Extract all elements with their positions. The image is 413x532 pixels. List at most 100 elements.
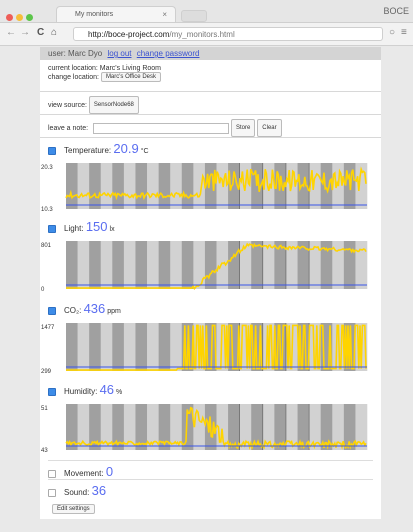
time-band [66, 163, 78, 209]
tab-title: My monitors [75, 11, 114, 18]
time-band [193, 241, 206, 289]
forward-icon[interactable]: → [20, 27, 30, 38]
location-section: current location: Marc's Living Room cha… [40, 60, 381, 92]
movement-value: 0 [105, 464, 114, 479]
temperature-label: Temperature: [64, 146, 112, 155]
movement-label: Movement: [64, 469, 104, 478]
note-clear-button[interactable]: Clear [257, 119, 282, 137]
view-source-button[interactable]: SensorNode68 [88, 96, 139, 114]
time-band [147, 323, 159, 371]
change-location-button[interactable]: Marc's Office Desk [100, 72, 161, 82]
view-source-label: view source: [48, 101, 87, 109]
address-toolbar: ← → C ⌂ http://boce-project.com/my_monit… [0, 23, 413, 46]
time-band [181, 241, 194, 289]
note-input[interactable] [93, 122, 230, 134]
minimize-dot-icon[interactable] [16, 14, 23, 21]
time-band [309, 163, 321, 209]
home-icon[interactable]: ⌂ [51, 27, 57, 38]
humidity-checkbox[interactable] [48, 387, 56, 396]
time-band [320, 163, 333, 209]
co2-chart-svg: 1477 299 [41, 323, 368, 374]
reload-icon[interactable]: C [37, 27, 44, 38]
maximize-dot-icon[interactable] [26, 14, 33, 21]
time-band [112, 323, 125, 371]
temperature-checkbox[interactable] [48, 146, 56, 155]
light-value: 150 [85, 219, 108, 234]
time-band [66, 241, 78, 289]
time-band [147, 163, 159, 209]
logout-link[interactable]: log out [107, 49, 131, 58]
profile-label: BOCE [383, 6, 409, 16]
back-icon[interactable]: ← [6, 27, 16, 38]
time-band [112, 163, 125, 209]
movement-row: Movement: 0 [48, 460, 373, 479]
light-chart-svg: 801 0 [41, 241, 368, 292]
url-path: /my_monitors.html [169, 30, 235, 39]
humidity-unit: % [116, 389, 123, 396]
extension-icon[interactable]: ○ [389, 27, 395, 38]
monitor-page: user: Marc Dyo log out change password c… [40, 47, 381, 519]
change-location-label: change location: [48, 73, 99, 81]
time-band [204, 163, 217, 209]
humidity-chart-svg: 51 43 [41, 404, 368, 453]
movement-checkbox[interactable] [48, 469, 56, 478]
co2-unit: ppm [107, 308, 121, 315]
y-max-label: 801 [41, 243, 52, 249]
tab-close-icon[interactable]: × [162, 7, 167, 23]
time-band [135, 323, 148, 371]
time-band [158, 163, 171, 209]
time-band [100, 241, 113, 289]
time-band [135, 241, 148, 289]
y-max-label: 20.3 [41, 165, 53, 171]
browser-tab[interactable]: My monitors × [56, 6, 176, 22]
co2-chart: 1477 299 [40, 320, 381, 374]
humidity-label: Humidity: [64, 387, 98, 396]
time-band [123, 241, 136, 289]
y-max-label: 1477 [41, 325, 55, 331]
close-dot-icon[interactable] [6, 14, 13, 21]
note-store-button[interactable]: Store [231, 119, 256, 137]
y-max-label: 51 [41, 406, 48, 412]
sound-checkbox[interactable] [48, 488, 56, 497]
sound-row: Sound: 36 [48, 479, 373, 498]
co2-checkbox[interactable] [48, 306, 56, 315]
user-name: user: Marc Dyo [48, 49, 103, 58]
y-min-label: 43 [41, 448, 48, 453]
note-section: leave a note: Store Clear [40, 115, 381, 138]
time-band [77, 241, 90, 289]
time-band [66, 323, 78, 371]
time-band [112, 241, 125, 289]
sound-value: 36 [91, 483, 107, 498]
co2-header: CO₂: 436 ppm [40, 302, 381, 316]
temperature-header: Temperature: 20.9 °C [40, 142, 381, 156]
time-band [100, 163, 113, 209]
time-band [343, 241, 356, 289]
url-field[interactable]: http://boce-project.com/my_monitors.html [73, 27, 383, 41]
temperature-unit: °C [140, 148, 149, 155]
time-band [193, 163, 206, 209]
user-bar: user: Marc Dyo log out change password [40, 47, 381, 60]
time-band [123, 323, 136, 371]
time-band [135, 163, 148, 209]
co2-label: CO₂: [64, 306, 82, 315]
time-band [158, 241, 171, 289]
y-min-label: 299 [41, 369, 52, 374]
y-min-label: 0 [41, 287, 45, 292]
humidity-panel: Humidity: 46% 51 43 [40, 383, 381, 453]
menu-icon[interactable]: ≡ [401, 27, 407, 38]
edit-settings-button[interactable]: Edit settings [52, 504, 95, 514]
new-tab-button[interactable] [181, 10, 207, 22]
light-chart: 801 0 [40, 238, 381, 292]
time-band [77, 323, 90, 371]
temperature-chart-svg: 20.3 10.3 [41, 163, 368, 212]
temperature-panel: Temperature: 20.9 °C 20.3 10.3 [40, 142, 381, 212]
change-password-link[interactable]: change password [137, 49, 200, 58]
time-band [89, 323, 102, 371]
current-location: current location: Marc's Living Room [48, 65, 161, 72]
temperature-value: 20.9 [113, 141, 139, 156]
light-checkbox[interactable] [48, 224, 56, 233]
temperature-chart: 20.3 10.3 [40, 160, 381, 212]
time-band [204, 241, 217, 289]
browser-titlebar: My monitors × BOCE [0, 0, 413, 23]
time-band [100, 323, 113, 371]
